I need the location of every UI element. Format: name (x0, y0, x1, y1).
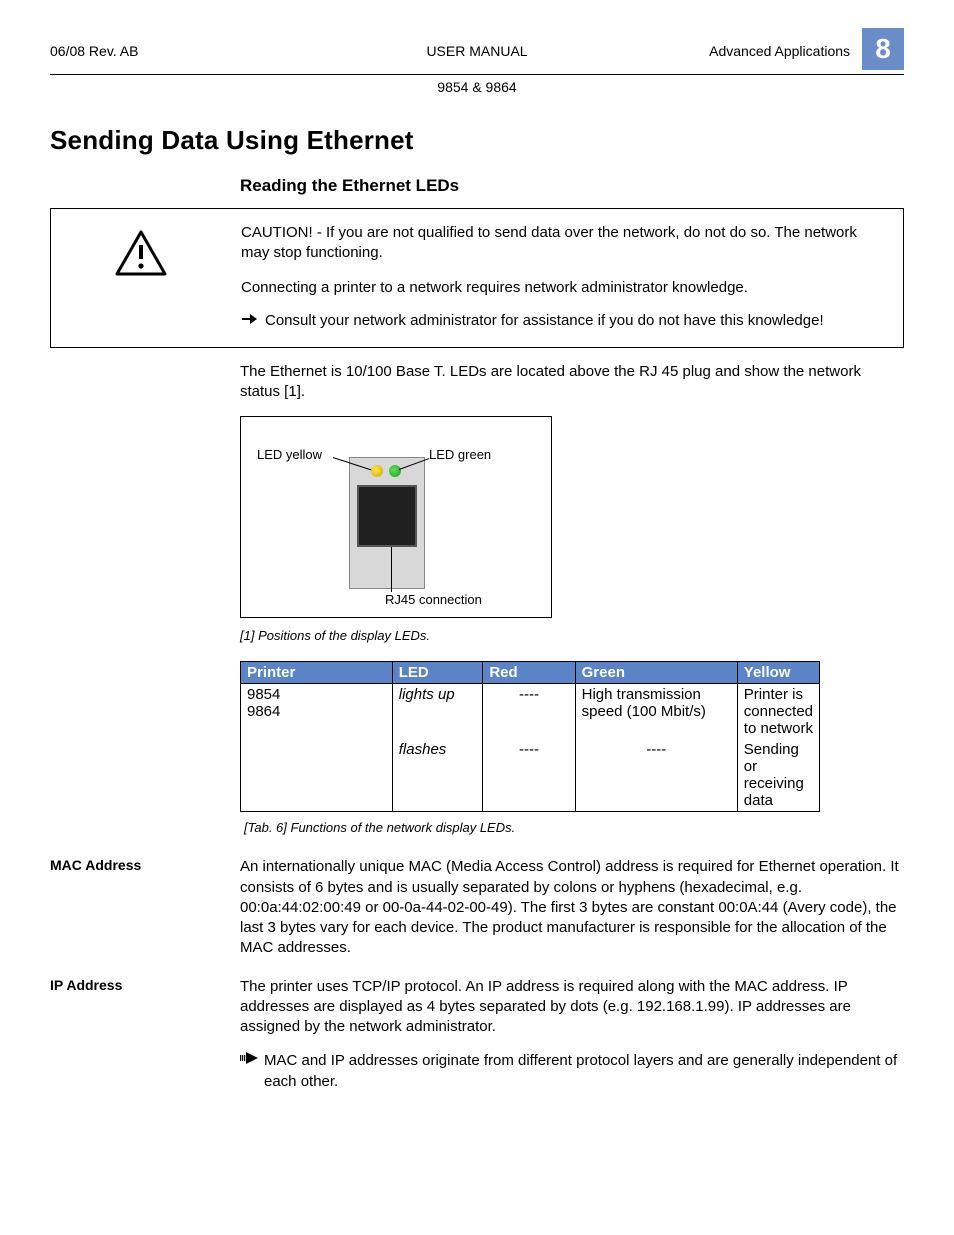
header-revision: 06/08 Rev. AB (50, 43, 335, 59)
header-section-name: Advanced Applications (709, 43, 850, 59)
figure-label-green: LED green (429, 447, 491, 462)
cell-green: High transmission speed (100 Mbit/s) (575, 684, 737, 740)
cell-red: ---- (483, 739, 575, 812)
th-green: Green (575, 662, 737, 684)
ip-address-text: The printer uses TCP/IP protocol. An IP … (240, 977, 904, 1038)
cell-red: ---- (483, 684, 575, 740)
table-row: flashes ---- ---- Sending or receiving d… (241, 739, 820, 812)
mac-address-text: An internationally unique MAC (Media Acc… (240, 857, 904, 958)
ip-note-text: MAC and IP addresses originate from diff… (264, 1051, 904, 1092)
table-caption: [Tab. 6] Functions of the network displa… (244, 820, 904, 835)
mac-address-label: MAC Address (50, 857, 230, 958)
section-heading: Sending Data Using Ethernet (50, 125, 904, 156)
cell-green: ---- (575, 739, 737, 812)
table-row: 9854 9864 lights up ---- High transmissi… (241, 684, 820, 740)
th-yellow: Yellow (737, 662, 819, 684)
ip-address-label: IP Address (50, 977, 230, 1092)
cell-yellow: Printer is connected to network (737, 684, 819, 740)
led-function-table: Printer LED Red Green Yellow 9854 9864 l… (240, 661, 820, 812)
th-printer: Printer (241, 662, 393, 684)
page-header: 06/08 Rev. AB USER MANUAL Advanced Appli… (50, 30, 904, 75)
figure-caption: [1] Positions of the display LEDs. (240, 628, 904, 643)
figure-led-positions: LED yellow LED green RJ45 connection (240, 416, 552, 618)
arrow-icon (241, 312, 257, 331)
figure-label-rj45: RJ45 connection (385, 592, 482, 607)
header-models: 9854 & 9864 (50, 79, 904, 95)
subsection-heading: Reading the Ethernet LEDs (240, 176, 904, 196)
note-arrow-icon (240, 1051, 258, 1092)
cell-printer (241, 739, 393, 812)
th-led: LED (392, 662, 483, 684)
th-red: Red (483, 662, 575, 684)
warning-icon (51, 223, 231, 331)
caution-text-1: CAUTION! - If you are not qualified to s… (241, 223, 887, 264)
cell-yellow: Sending or receiving data (737, 739, 819, 812)
cell-printer: 9854 9864 (241, 684, 393, 740)
ethernet-intro: The Ethernet is 10/100 Base T. LEDs are … (240, 362, 904, 403)
cell-led: lights up (392, 684, 483, 740)
figure-label-yellow: LED yellow (257, 447, 322, 462)
cell-led: flashes (392, 739, 483, 812)
caution-text-2: Connecting a printer to a network requir… (241, 278, 887, 298)
caution-text-3: Consult your network administrator for a… (265, 312, 824, 331)
chapter-number: 8 (862, 28, 904, 70)
caution-box: CAUTION! - If you are not qualified to s… (50, 208, 904, 348)
header-title: USER MANUAL (335, 43, 620, 59)
